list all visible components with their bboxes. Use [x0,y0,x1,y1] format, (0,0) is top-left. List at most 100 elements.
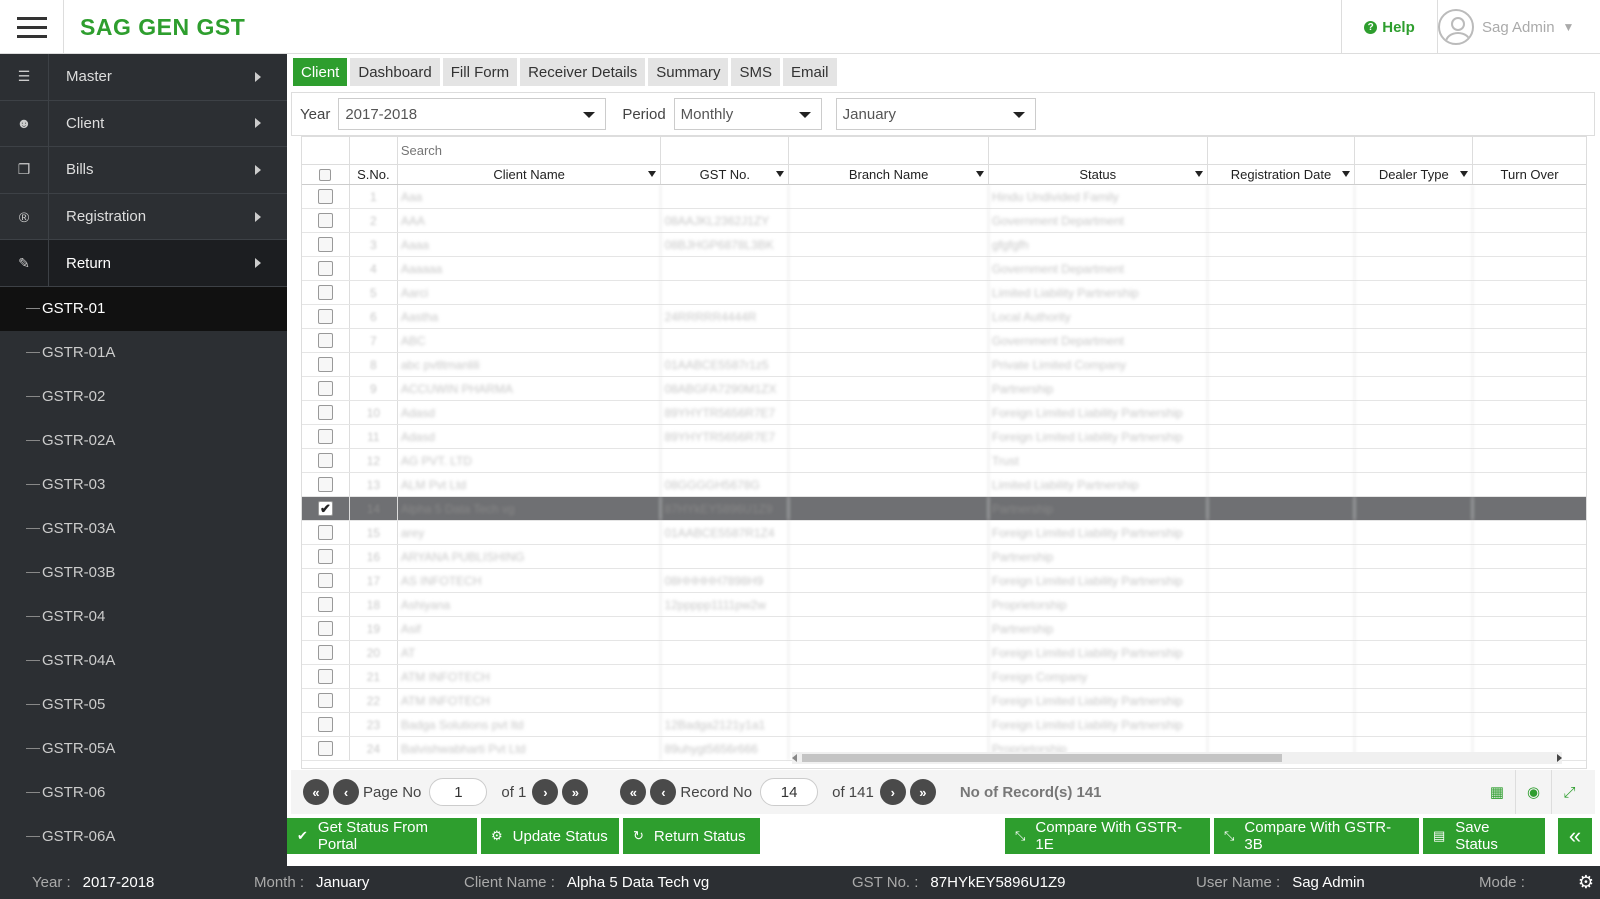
table-row[interactable]: 17 AS INFOTECH 08HHHHH7898H9 Foreign Limite… [302,569,1586,593]
menu-toggle-icon[interactable] [0,0,64,54]
table-row[interactable]: 8 abc pvtltmanlili 01AABCE5587r1z5 Private … [302,353,1586,377]
sort-caret-icon[interactable] [648,171,657,177]
sort-caret-icon[interactable] [776,171,785,177]
tab-fill-form[interactable]: Fill Form [442,58,518,86]
column-header-client-name[interactable]: Client Name [398,165,662,184]
search-input[interactable] [397,137,661,164]
select-all-checkbox[interactable] [319,168,332,181]
table-row[interactable]: 10 Adasd 89YHYTR5656R7E7 Foreign Limited Li… [302,401,1586,425]
row-checkbox[interactable] [317,189,333,204]
row-checkbox[interactable]: ✔ [317,501,333,516]
sort-caret-icon[interactable] [1342,171,1351,177]
tab-client[interactable]: Client [293,58,348,86]
sort-caret-icon[interactable] [1194,171,1203,177]
table-row[interactable]: ✔ 14 Alpha 5 Data Tech vg 87HYkEY5896U1Z9 Pa… [302,497,1586,521]
row-checkbox[interactable] [317,309,333,324]
sidebar-subitem-gstr-06[interactable]: GSTR-06 [0,771,287,815]
row-checkbox[interactable] [317,213,333,228]
prev-page-button[interactable]: ‹ [333,779,359,805]
column-header-branch-name[interactable]: Branch Name [789,165,989,184]
table-row[interactable]: 23 Badga Solutions pvt ltd 12Badga2121y1a1… [302,713,1586,737]
column-header-registration-date[interactable]: Registration Date [1208,165,1356,184]
row-checkbox[interactable] [317,741,333,756]
scrollbar-thumb[interactable] [802,754,1282,762]
column-header-dealer-type[interactable]: Dealer Type [1355,165,1474,184]
first-page-button[interactable]: « [303,779,329,805]
sidebar-subitem-gstr-02[interactable]: GSTR-02 [0,375,287,419]
help-button[interactable]: ? Help [1341,0,1437,54]
sidebar-item-registration[interactable]: ® Registration [0,193,287,241]
column-header-gst-no[interactable]: GST No. [661,165,790,184]
table-row[interactable]: 16 ARYANA PUBLISHING Partnership [302,545,1586,569]
sidebar-subitem-gstr-06a[interactable]: GSTR-06A [0,815,287,859]
column-header-sno[interactable]: S.No. [350,165,398,184]
table-row[interactable]: 5 Aarci Limited Liability Partnership [302,281,1586,305]
sidebar-subitem-gstr-05a[interactable]: GSTR-05A [0,727,287,771]
compare-gstr-1e-button[interactable]: ⤡ Compare With GSTR-1E [1005,818,1210,854]
table-row[interactable]: 4 Aaaaaa Government Department [302,257,1586,281]
row-checkbox[interactable] [317,381,333,396]
period-select[interactable]: Monthly [673,98,822,130]
row-checkbox[interactable] [317,477,333,492]
sidebar-subitem-gstr-03b[interactable]: GSTR-03B [0,551,287,595]
tab-sms[interactable]: SMS [731,58,780,86]
sort-caret-icon[interactable] [975,171,984,177]
sidebar-item-master[interactable]: ☰ Master [0,54,287,101]
sidebar-subitem-gstr-05[interactable]: GSTR-05 [0,683,287,727]
row-checkbox[interactable] [317,453,333,468]
row-checkbox[interactable] [317,429,333,444]
table-row[interactable]: 1 Aaa Hindu Undivided Family [302,185,1586,209]
horizontal-scrollbar[interactable] [792,752,1562,764]
collapse-panel-button[interactable]: « [1558,818,1592,854]
get-status-from-portal-button[interactable]: ✔ Get Status From Portal [287,818,477,854]
row-checkbox[interactable] [317,285,333,300]
table-row[interactable]: 9 ACCUWIN PHARMA 08ABGFA7290M1ZX Partnershi… [302,377,1586,401]
table-row[interactable]: 13 ALM Pvt Ltd 08GGGGH5678G Limited Liabili… [302,473,1586,497]
update-status-button[interactable]: ⚙ Update Status [481,818,619,854]
row-checkbox[interactable] [317,405,333,420]
row-checkbox[interactable] [317,621,333,636]
record-input[interactable]: 14 [760,778,819,806]
table-row[interactable]: 11 Adasd 89YHYTR5656R7E7 Foreign Limited Li… [302,425,1586,449]
row-checkbox[interactable] [317,549,333,564]
table-row[interactable]: 15 arey 01AABCE5587R1Z4 Foreign Limited Lia… [302,521,1586,545]
tab-receiver-details[interactable]: Receiver Details [520,58,646,86]
table-row[interactable]: 7 ABC Government Department [302,329,1586,353]
row-checkbox[interactable] [317,525,333,540]
sidebar-subitem-gstr-02a[interactable]: GSTR-02A [0,419,287,463]
row-checkbox[interactable] [317,693,333,708]
table-row[interactable]: 20 AT Foreign Limited Liability Partnershi… [302,641,1586,665]
user-menu[interactable]: Sag Admin ▼ [1437,0,1600,54]
sidebar-subitem-gstr-01a[interactable]: GSTR-01A [0,331,287,375]
sort-caret-icon[interactable] [1460,171,1469,177]
next-page-button[interactable]: › [532,779,559,805]
row-checkbox[interactable] [317,597,333,612]
table-row[interactable]: 3 Aaaa 08BJHGP6878L3BK gfgfgfh [302,233,1586,257]
visibility-icon[interactable]: ◉ [1515,770,1551,814]
month-select[interactable]: January [835,98,1036,130]
table-row[interactable]: 21 ATM INFOTECH Foreign Company [302,665,1586,689]
sidebar-subitem-gstr-03a[interactable]: GSTR-03A [0,507,287,551]
excel-export-icon[interactable]: ▦ [1479,770,1515,814]
tab-email[interactable]: Email [783,58,837,86]
sidebar-item-return[interactable]: ✎ Return [0,240,287,287]
row-checkbox[interactable] [317,717,333,732]
save-status-button[interactable]: ▤ Save Status [1423,818,1545,854]
next-record-button[interactable]: › [879,779,906,805]
expand-icon[interactable]: ⤢ [1551,770,1587,814]
table-row[interactable]: 2 AAA 08AAJKL2362J1ZY Government Department [302,209,1586,233]
table-row[interactable]: 18 Ashiyana 12ppppp1111pw2w Proprietorship [302,593,1586,617]
sidebar-subitem-gstr-04a[interactable]: GSTR-04A [0,639,287,683]
compare-gstr-3b-button[interactable]: ⤡ Compare With GSTR-3B [1214,818,1419,854]
tab-summary[interactable]: Summary [648,58,729,86]
year-select[interactable]: 2017-2018 [338,98,607,130]
column-header-turn-over[interactable]: Turn Over [1473,165,1586,184]
row-checkbox[interactable] [317,669,333,684]
row-checkbox[interactable] [317,237,333,252]
table-row[interactable]: 6 Aastha 24RRRRR4444R Local Authority [302,305,1586,329]
table-row[interactable]: 12 AG PVT. LTD Trust [302,449,1586,473]
first-record-button[interactable]: « [620,779,647,805]
tab-dashboard[interactable]: Dashboard [350,58,440,86]
row-checkbox[interactable] [317,261,333,276]
sidebar-subitem-gstr-03[interactable]: GSTR-03 [0,463,287,507]
